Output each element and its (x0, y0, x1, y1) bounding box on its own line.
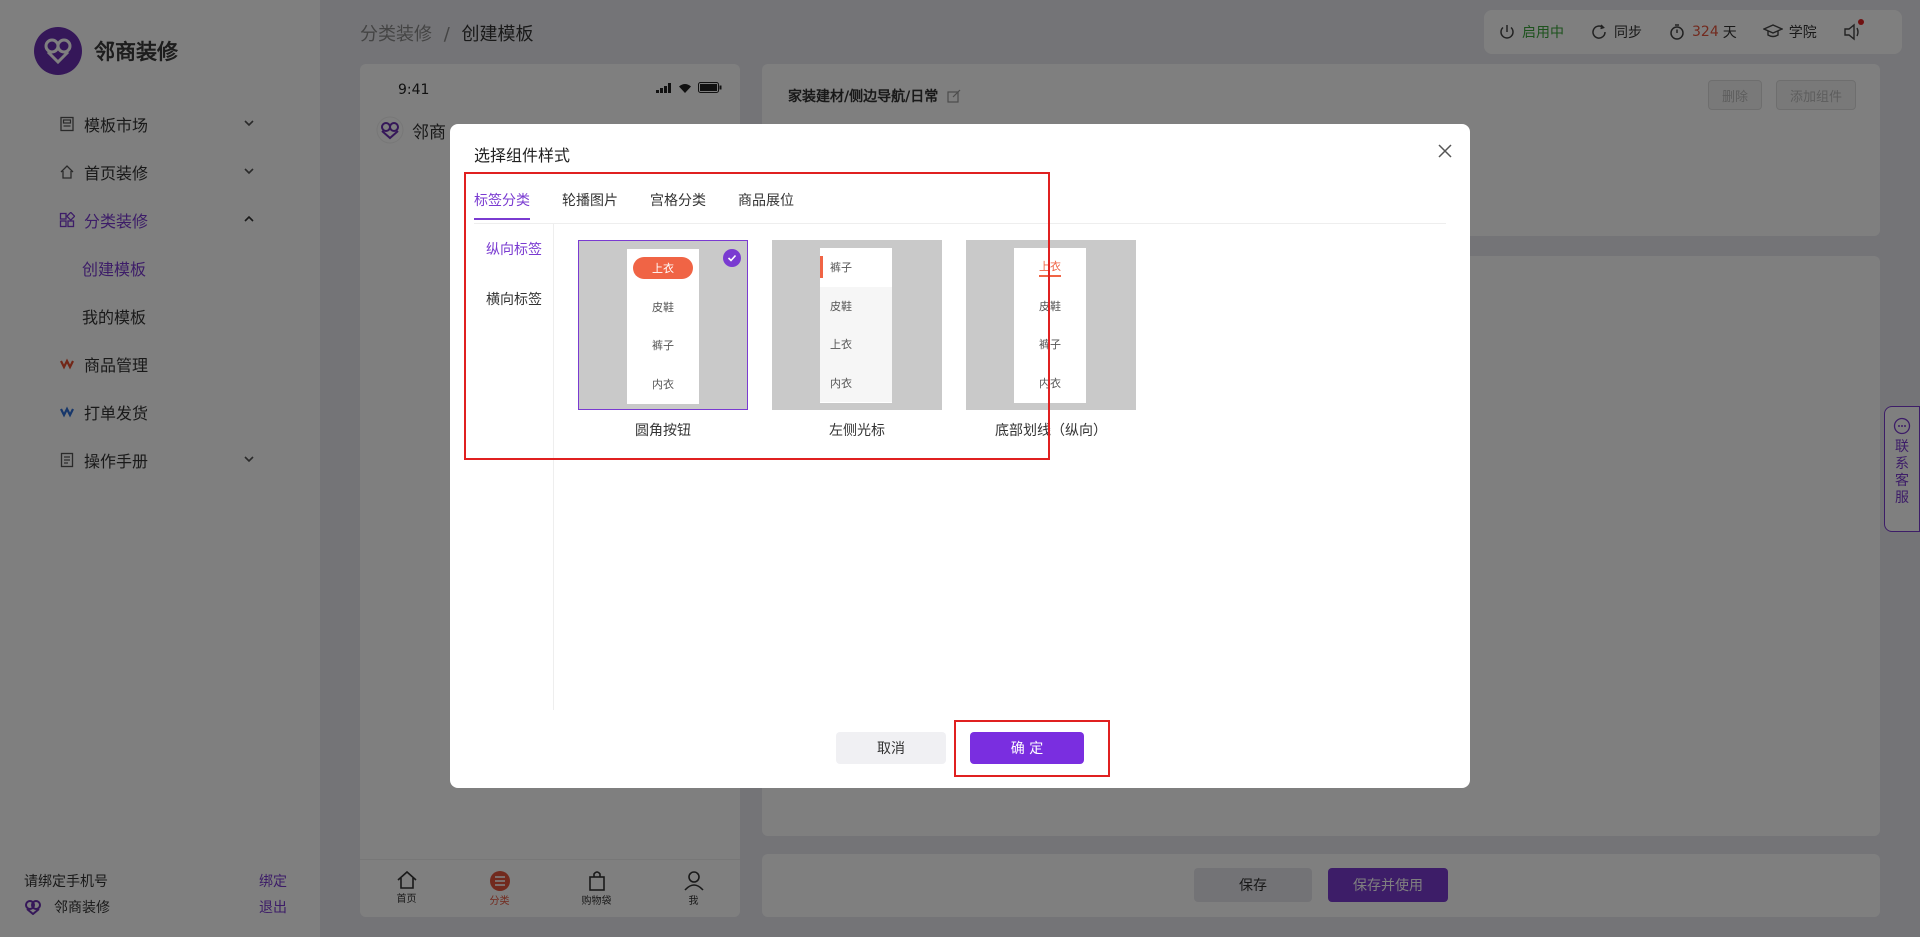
close-icon[interactable] (1436, 142, 1454, 160)
highlight-box-styles (464, 172, 1050, 460)
dialog-title: 选择组件样式 (474, 146, 571, 165)
highlight-box-confirm (954, 720, 1110, 777)
select-style-dialog: 选择组件样式 标签分类 轮播图片 宫格分类 商品展位 纵向标签 横向标签 上衣 … (450, 124, 1470, 788)
cancel-button[interactable]: 取消 (836, 732, 946, 764)
